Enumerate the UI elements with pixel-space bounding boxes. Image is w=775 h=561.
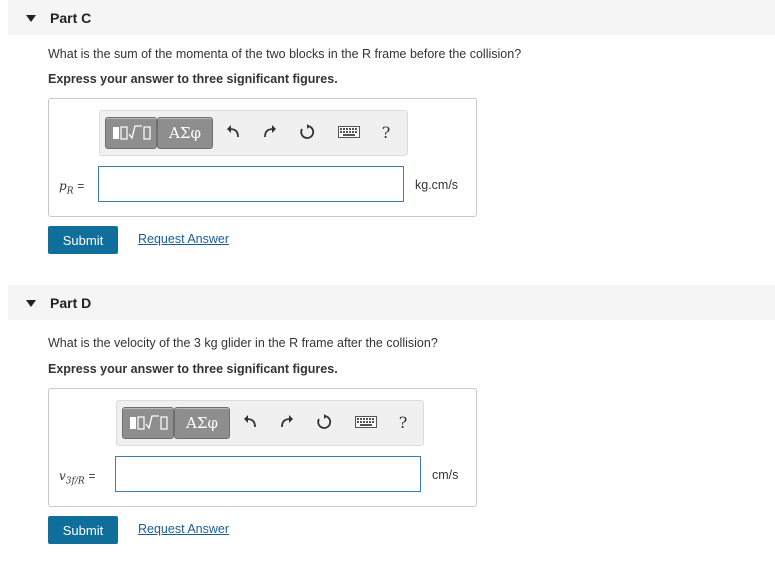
- help-icon[interactable]: ?: [393, 411, 413, 433]
- reset-icon[interactable]: [314, 411, 334, 433]
- question-text: What is the velocity of the 3 kg glider …: [48, 336, 438, 350]
- greek-letters-button[interactable]: ΑΣφ: [174, 407, 230, 439]
- instruction-text: Express your answer to three significant…: [48, 362, 338, 376]
- answer-input[interactable]: [115, 456, 421, 492]
- request-answer-link[interactable]: Request Answer: [138, 232, 229, 246]
- part-d-header[interactable]: Part D: [8, 285, 775, 320]
- answer-input[interactable]: [98, 166, 404, 202]
- math-toolbar: ΑΣφ ?: [99, 110, 408, 156]
- redo-icon[interactable]: [277, 411, 297, 433]
- part-c-header[interactable]: Part C: [8, 0, 775, 35]
- unit-label: kg.cm/s: [415, 178, 459, 192]
- help-icon[interactable]: ?: [376, 121, 396, 143]
- collapse-caret-icon[interactable]: [26, 14, 36, 22]
- part-title: Part C: [50, 9, 92, 26]
- undo-icon[interactable]: [240, 411, 260, 433]
- answer-box: ΑΣφ ? v3f/R = cm/s: [48, 388, 477, 507]
- instruction-text: Express your answer to three significant…: [48, 72, 338, 86]
- templates-button[interactable]: [105, 117, 157, 149]
- greek-letters-button[interactable]: ΑΣφ: [157, 117, 213, 149]
- keyboard-icon[interactable]: [337, 121, 361, 143]
- templates-icon: [113, 125, 151, 140]
- templates-icon: [130, 415, 168, 430]
- part-title: Part D: [50, 294, 92, 311]
- collapse-caret-icon[interactable]: [26, 299, 36, 307]
- undo-icon[interactable]: [223, 121, 243, 143]
- templates-button[interactable]: [122, 407, 174, 439]
- variable-label: pR =: [59, 179, 85, 197]
- keyboard-icon[interactable]: [354, 411, 378, 433]
- answer-box: ΑΣφ ? pR = kg.cm/s: [48, 98, 477, 217]
- question-text: What is the sum of the momenta of the tw…: [48, 47, 522, 61]
- greek-letters-icon: ΑΣφ: [186, 414, 218, 432]
- variable-label: v3f/R =: [59, 469, 96, 487]
- greek-letters-icon: ΑΣφ: [169, 124, 201, 142]
- submit-button[interactable]: Submit: [48, 516, 118, 544]
- reset-icon[interactable]: [297, 121, 317, 143]
- submit-button[interactable]: Submit: [48, 226, 118, 254]
- math-toolbar: ΑΣφ ?: [116, 400, 424, 446]
- redo-icon[interactable]: [260, 121, 280, 143]
- request-answer-link[interactable]: Request Answer: [138, 522, 229, 536]
- unit-label: cm/s: [432, 468, 459, 482]
